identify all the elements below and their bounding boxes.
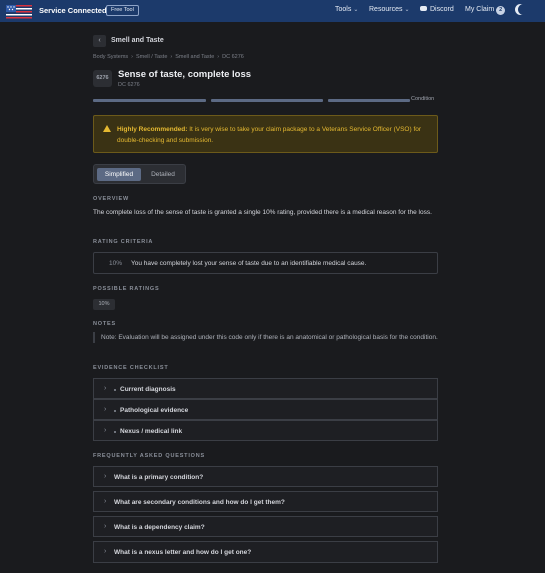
progress-step-label: Condition — [411, 96, 435, 102]
breadcrumb-smell-and-taste[interactable]: Smell and Taste — [175, 54, 214, 60]
overview-heading: OVERVIEW — [93, 196, 129, 202]
faq-question: What is a dependency claim? — [114, 524, 205, 531]
alert-text: Highly Recommended: It is very wise to t… — [117, 124, 432, 146]
simplified-tab[interactable]: Simplified — [97, 168, 141, 181]
warning-icon — [103, 125, 111, 132]
nav-discord[interactable]: Discord — [420, 6, 454, 13]
rating-chip: 10% — [93, 299, 115, 310]
faq-item-secondary-conditions[interactable]: › What are secondary conditions and how … — [93, 491, 438, 512]
criteria-percent: 10% — [109, 260, 123, 267]
vso-recommendation-alert: Highly Recommended: It is very wise to t… — [93, 115, 438, 153]
faq-question: What is a nexus letter and how do I get … — [114, 549, 252, 556]
nav-tools[interactable]: Tools ⌄ — [335, 6, 358, 13]
note-text: Note: Evaluation will be assigned under … — [93, 332, 438, 343]
dark-mode-moon-icon[interactable] — [518, 4, 529, 15]
criteria-text: You have completely lost your sense of t… — [131, 260, 367, 267]
diagnostic-code-badge: 6276 — [93, 70, 112, 87]
flag-logo-icon[interactable] — [5, 3, 33, 19]
brand-name[interactable]: Service Connected — [39, 6, 107, 15]
free-tool-badge: Free Tool — [106, 5, 139, 16]
breadcrumb-current: DC 6276 — [222, 54, 244, 60]
chevron-right-icon: › — [217, 54, 220, 60]
bullet-icon — [114, 431, 116, 433]
nav-resources[interactable]: Resources ⌄ — [369, 6, 410, 13]
chevron-right-icon: › — [104, 406, 107, 413]
chevron-right-icon: › — [104, 427, 107, 434]
chevron-right-icon: › — [104, 473, 107, 480]
evidence-item-label: Pathological evidence — [120, 407, 189, 414]
faq-question: What is a primary condition? — [114, 474, 204, 481]
progress-segment — [328, 99, 410, 102]
breadcrumb-body-systems[interactable]: Body Systems — [93, 54, 128, 60]
breadcrumb-smell-taste[interactable]: Smell / Taste — [136, 54, 167, 60]
progress-segment — [93, 99, 206, 102]
evidence-checklist-heading: EVIDENCE CHECKLIST — [93, 365, 169, 371]
faq-item-dependency-claim[interactable]: › What is a dependency claim? — [93, 516, 438, 537]
chevron-right-icon: › — [104, 498, 107, 505]
nav-my-claim[interactable]: My Claim 2 — [465, 6, 506, 15]
top-nav-bar: Service Connected Free Tool Tools ⌄ Resou… — [0, 0, 545, 22]
notes-heading: NOTES — [93, 321, 116, 327]
claim-count-badge: 2 — [496, 6, 506, 15]
chevron-right-icon: › — [131, 54, 133, 60]
rating-criteria-heading: RATING CRITERIA — [93, 239, 154, 245]
evidence-item-pathological-evidence[interactable]: › Pathological evidence — [93, 399, 438, 420]
nav-resources-label: Resources — [369, 6, 403, 13]
alert-strong: Highly Recommended: — [117, 126, 188, 133]
nav-my-claim-label: My Claim — [465, 6, 495, 13]
evidence-item-label: Nexus / medical link — [120, 428, 183, 435]
evidence-item-label: Current diagnosis — [120, 386, 176, 393]
nav-discord-label: Discord — [430, 6, 454, 13]
back-button[interactable]: ‹ — [93, 35, 106, 47]
chevron-down-icon: ⌄ — [353, 7, 359, 13]
faq-item-nexus-letter[interactable]: › What is a nexus letter and how do I ge… — [93, 541, 438, 563]
faq-question: What are secondary conditions and how do… — [114, 499, 285, 506]
faq-heading: FREQUENTLY ASKED QUESTIONS — [93, 453, 205, 459]
step-progress — [93, 99, 410, 102]
chevron-right-icon: › — [104, 385, 107, 392]
evidence-item-nexus-link[interactable]: › Nexus / medical link — [93, 420, 438, 441]
chevron-down-icon: ⌄ — [404, 7, 410, 13]
chevron-right-icon: › — [170, 54, 173, 60]
detailed-tab[interactable]: Detailed — [144, 168, 182, 181]
diagnostic-code-subtitle: DC 6276 — [118, 82, 140, 88]
faq-item-primary-condition[interactable]: › What is a primary condition? — [93, 466, 438, 487]
progress-segment — [211, 99, 323, 102]
rating-criteria-row: 10% You have completely lost your sense … — [93, 252, 438, 274]
discord-icon — [420, 6, 427, 11]
chevron-right-icon: › — [104, 548, 107, 555]
overview-text: The complete loss of the sense of taste … — [93, 209, 432, 216]
nav-tools-label: Tools — [335, 6, 352, 13]
bullet-icon — [114, 410, 116, 412]
breadcrumb: Body Systems › Smell / Taste › Smell and Tas… — [93, 54, 244, 60]
evidence-item-current-diagnosis[interactable]: › Current diagnosis — [93, 378, 438, 399]
back-section-title: Smell and Taste — [111, 37, 164, 44]
chevron-right-icon: › — [104, 523, 107, 530]
possible-ratings-heading: POSSIBLE RATINGS — [93, 286, 160, 292]
view-mode-toggle: Simplified Detailed — [93, 164, 186, 184]
page-title: Sense of taste, complete loss — [118, 69, 252, 80]
bullet-icon — [114, 389, 116, 391]
